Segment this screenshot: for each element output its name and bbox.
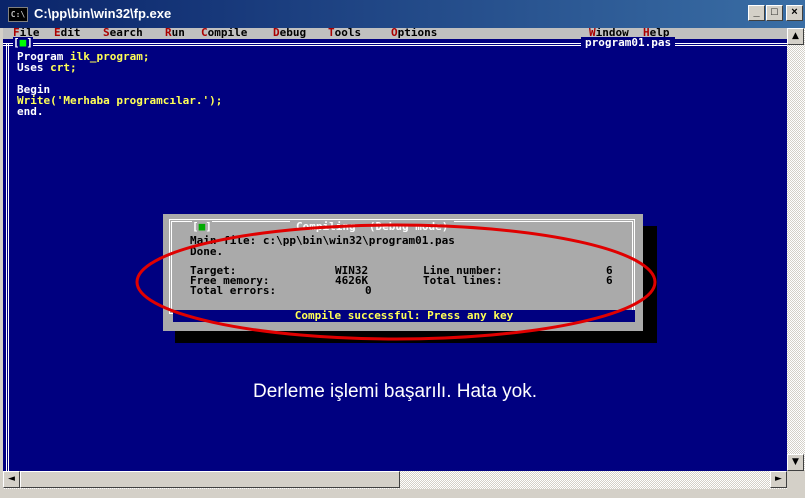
code-line: Uses crt; [17,61,77,74]
console-app-icon[interactable]: C:\ [8,7,28,22]
editor-close-button[interactable]: [■] [13,37,33,48]
scroll-right-button[interactable]: ► [770,471,787,488]
compile-dialog[interactable]: [■] Compiling (Debug mode) Main file: c:… [163,214,643,331]
scroll-down-button[interactable]: ▼ [787,454,804,471]
menu-compile[interactable]: Compile [201,28,247,39]
scroll-left-button[interactable]: ◄ [3,471,20,488]
main-file-label: Main file: c:\pp\bin\win32\program01.pas [190,234,455,247]
dialog-close-button[interactable]: [■] [192,221,212,232]
menu-tools[interactable]: Tools [328,28,361,39]
console-area[interactable]: File Edit Search Run Compile Debug Tools… [3,28,787,471]
caption-text: Derleme işlemi başarılı. Hata yok. [252,381,538,402]
code-line: Write('Merhaba programcılar.'); [17,94,223,107]
total-lines-label: Total lines: [423,274,503,287]
code-line: end. [17,105,44,118]
window-title: C:\pp\bin\win32\fp.exe [34,6,172,21]
menu-edit[interactable]: Edit [54,28,81,39]
menu-options[interactable]: Options [391,28,437,39]
code-editor[interactable]: Program ilk_program; Uses crt; Begin Wri… [17,51,222,117]
console-window: C:\ C:\pp\bin\win32\fp.exe _ □ × File Ed… [0,0,805,498]
menu-run[interactable]: Run [165,28,185,39]
title-bar[interactable]: C:\ C:\pp\bin\win32\fp.exe _ □ × [0,0,805,28]
editor-frame-left [6,44,9,471]
done-label: Done. [190,245,224,258]
compile-status-bar[interactable]: Compile successful: Press any key [173,310,635,322]
horizontal-scrollbar[interactable]: ◄ ► [3,471,787,489]
total-lines-value: 6 [606,274,613,287]
maximize-button[interactable]: □ [766,5,783,21]
minimize-button[interactable]: _ [748,5,765,21]
editor-file-name: program01.pas [581,37,676,48]
total-errors-label: Total errors: [190,284,277,297]
menu-debug[interactable]: Debug [273,28,306,39]
dialog-title: Compiling (Debug mode) [290,221,455,232]
menu-search[interactable]: Search [103,28,143,39]
free-memory-value: 4626K [335,274,369,287]
size-grip[interactable] [787,471,805,489]
close-button[interactable]: × [786,5,803,21]
vertical-scrollbar[interactable]: ▲ ▼ [787,28,805,471]
scroll-thumb[interactable] [20,471,400,488]
total-errors-value: 0 [365,284,372,297]
scroll-up-button[interactable]: ▲ [787,28,804,45]
